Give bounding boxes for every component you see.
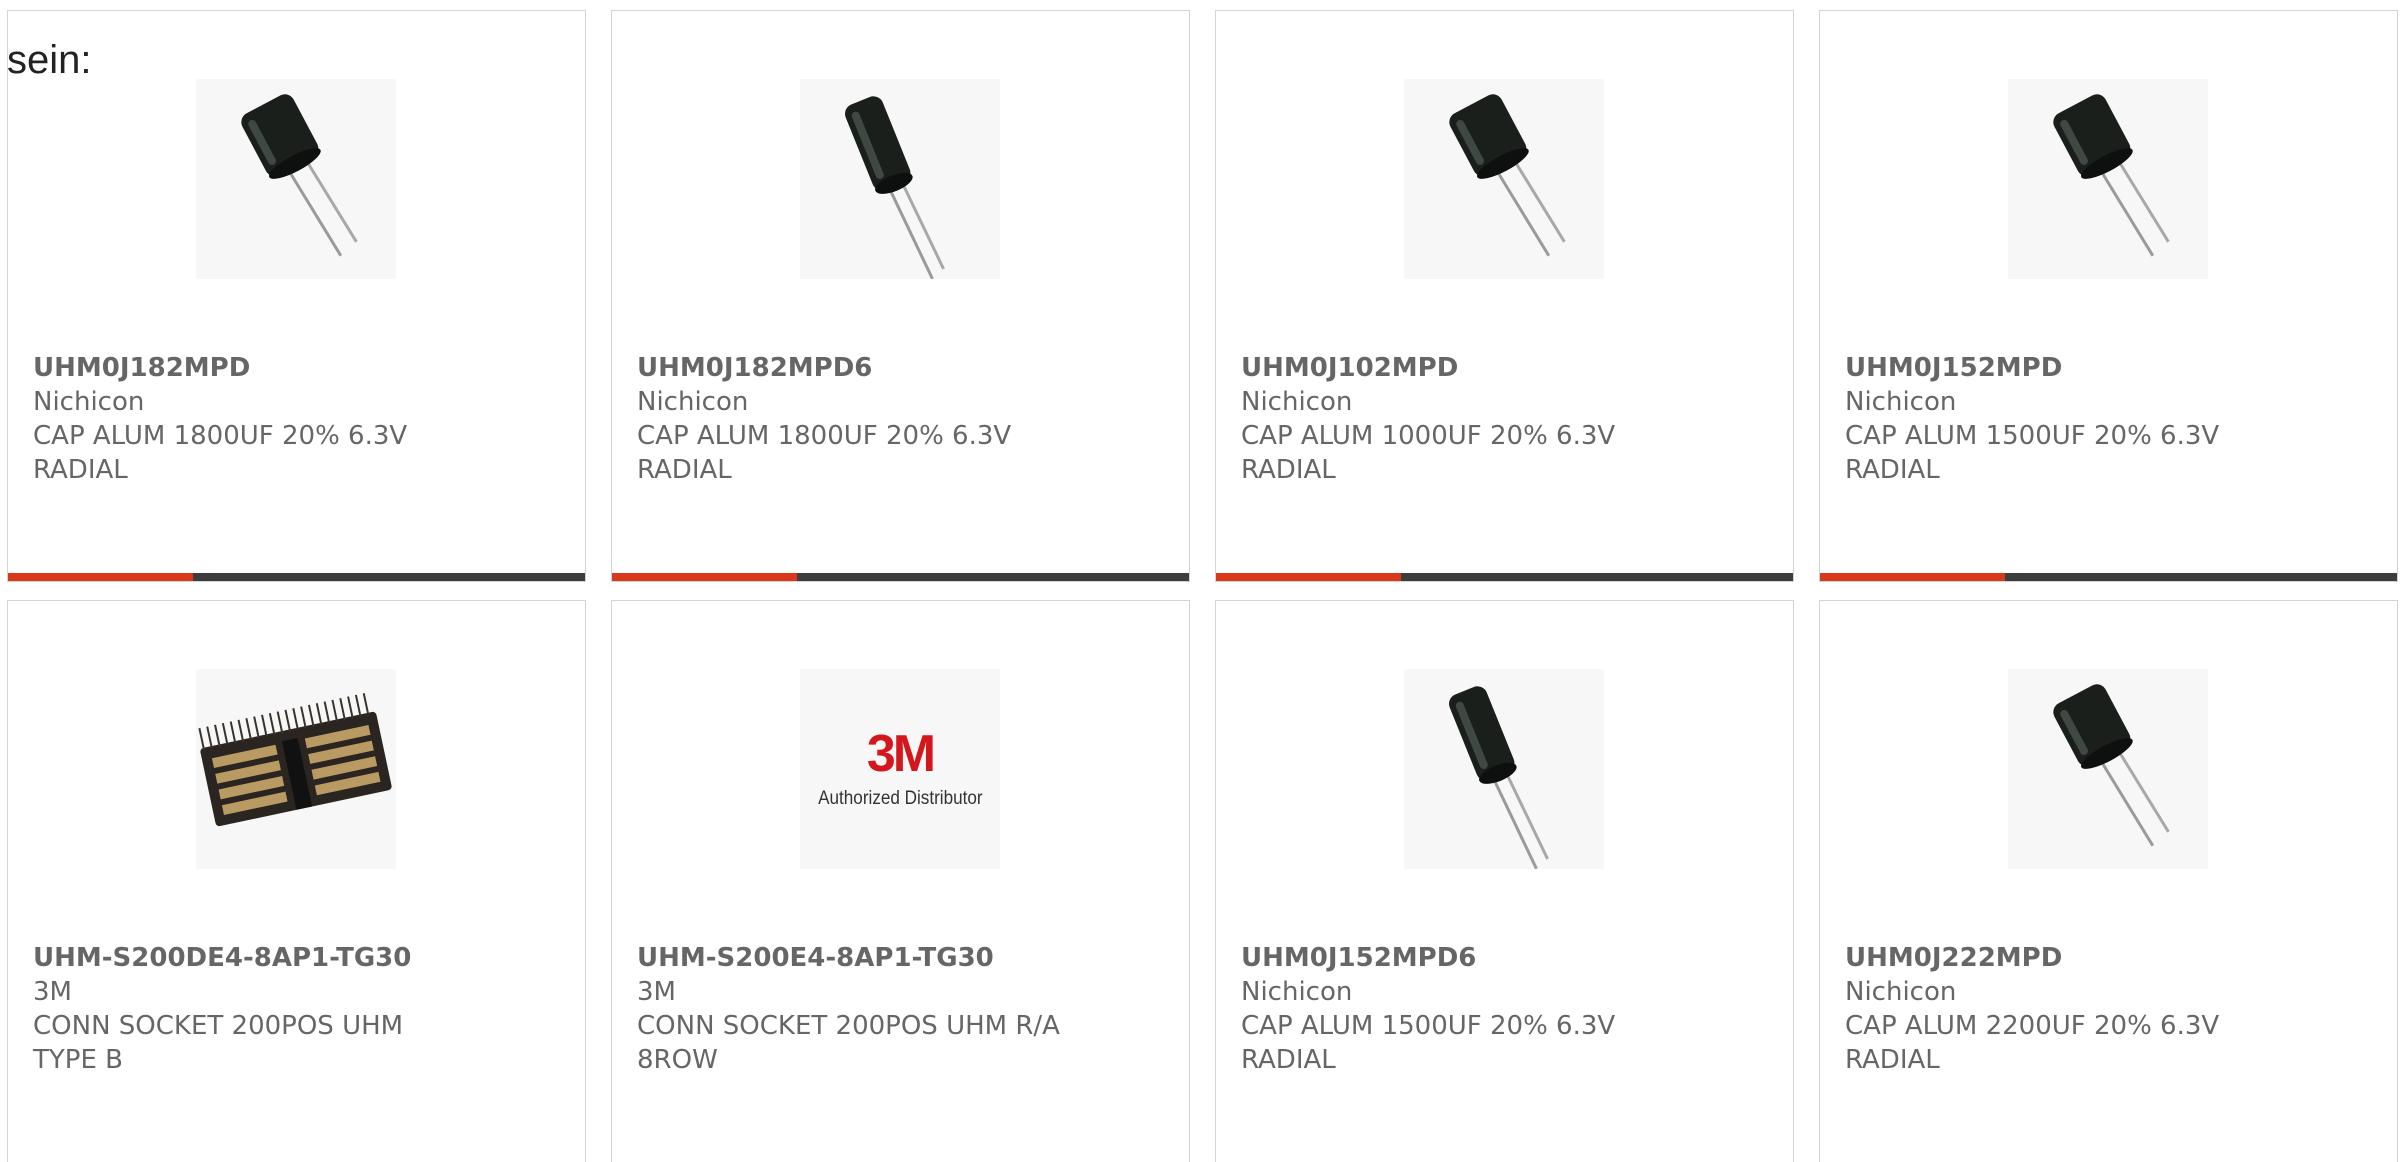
- product-card[interactable]: UHM0J102MPD Nichicon CAP ALUM 1000UF 20%…: [1215, 10, 1794, 582]
- manufacturer: Nichicon: [1845, 387, 1957, 417]
- progress-fill: [612, 573, 797, 581]
- capacitor-image[interactable]: [196, 79, 396, 279]
- progress-bar: [8, 573, 585, 581]
- product-grid-row-2: UHM-S200DE4-8AP1-TG30 3M CONN SOCKET 200…: [7, 600, 2400, 1162]
- intro-text: sein:: [7, 38, 92, 82]
- capacitor-icon: [1449, 94, 1566, 257]
- part-number-link[interactable]: UHM-S200E4-8AP1-TG30: [637, 941, 1167, 975]
- product-card[interactable]: UHM0J182MPD Nichicon CAP ALUM 1800UF 20%…: [7, 10, 586, 582]
- description: CAP ALUM 1500UF 20% 6.3V RADIAL: [1241, 1011, 1616, 1075]
- part-number-link[interactable]: UHM0J102MPD: [1241, 351, 1771, 385]
- capacitor-image[interactable]: [2008, 79, 2208, 279]
- part-number-link[interactable]: UHM0J182MPD6: [637, 351, 1167, 385]
- product-card[interactable]: 3M Authorized Distributor UHM-S200E4-8AP…: [611, 600, 1190, 1162]
- progress-fill: [1216, 573, 1401, 581]
- progress-fill: [8, 573, 193, 581]
- capacitor-image[interactable]: [2008, 669, 2208, 869]
- product-card[interactable]: UHM0J222MPD Nichicon CAP ALUM 2200UF 20%…: [1819, 600, 2398, 1162]
- manufacturer: Nichicon: [1845, 977, 1957, 1007]
- product-grid: UHM0J182MPD Nichicon CAP ALUM 1800UF 20%…: [7, 10, 2400, 582]
- product-card[interactable]: UHM-S200DE4-8AP1-TG30 3M CONN SOCKET 200…: [7, 600, 586, 1162]
- connector-icon: [198, 693, 392, 827]
- product-grid-page: sein: UHM0J182MPD Nichicon CAP ALUM 1800…: [0, 0, 2400, 1162]
- manufacturer: Nichicon: [1241, 977, 1353, 1007]
- product-card[interactable]: UHM0J182MPD6 Nichicon CAP ALUM 1800UF 20…: [611, 10, 1190, 582]
- manufacturer: Nichicon: [33, 387, 145, 417]
- description: CAP ALUM 2200UF 20% 6.3V RADIAL: [1845, 1011, 2220, 1075]
- description: CAP ALUM 1800UF 20% 6.3V RADIAL: [33, 421, 408, 485]
- product-info: UHM-S200DE4-8AP1-TG30 3M CONN SOCKET 200…: [33, 941, 563, 1077]
- capacitor-icon: [2053, 94, 2170, 257]
- capacitor-icon: [844, 96, 945, 279]
- product-info: UHM0J182MPD Nichicon CAP ALUM 1800UF 20%…: [33, 351, 563, 487]
- product-card[interactable]: UHM0J152MPD6 Nichicon CAP ALUM 1500UF 20…: [1215, 600, 1794, 1162]
- product-info: UHM0J222MPD Nichicon CAP ALUM 2200UF 20%…: [1845, 941, 2375, 1077]
- capacitor-icon: [1448, 686, 1549, 869]
- description: CAP ALUM 1000UF 20% 6.3V RADIAL: [1241, 421, 1616, 485]
- progress-fill: [1820, 573, 2005, 581]
- progress-bar: [612, 573, 1189, 581]
- 3m-logo-image[interactable]: 3M Authorized Distributor: [800, 669, 1000, 869]
- product-info: UHM0J182MPD6 Nichicon CAP ALUM 1800UF 20…: [637, 351, 1167, 487]
- 3m-logo-mark: 3M: [866, 725, 936, 783]
- capacitor-image[interactable]: [800, 79, 1000, 279]
- manufacturer: 3M: [33, 977, 72, 1007]
- part-number-link[interactable]: UHM0J152MPD6: [1241, 941, 1771, 975]
- product-info: UHM0J152MPD6 Nichicon CAP ALUM 1500UF 20…: [1241, 941, 1771, 1077]
- capacitor-icon: [241, 94, 358, 257]
- capacitor-image[interactable]: [1404, 79, 1604, 279]
- manufacturer: Nichicon: [1241, 387, 1353, 417]
- product-card[interactable]: UHM0J152MPD Nichicon CAP ALUM 1500UF 20%…: [1819, 10, 2398, 582]
- connector-image[interactable]: [196, 669, 396, 869]
- capacitor-icon: [2053, 684, 2170, 847]
- part-number-link[interactable]: UHM0J152MPD: [1845, 351, 2375, 385]
- capacitor-image[interactable]: [1404, 669, 1604, 869]
- description: CONN SOCKET 200POS UHM TYPE B: [33, 1011, 404, 1075]
- part-number-link[interactable]: UHM0J222MPD: [1845, 941, 2375, 975]
- manufacturer: 3M: [637, 977, 676, 1007]
- description: CAP ALUM 1800UF 20% 6.3V RADIAL: [637, 421, 1012, 485]
- part-number-link[interactable]: UHM0J182MPD: [33, 351, 563, 385]
- product-info: UHM0J102MPD Nichicon CAP ALUM 1000UF 20%…: [1241, 351, 1771, 487]
- product-info: UHM-S200E4-8AP1-TG30 3M CONN SOCKET 200P…: [637, 941, 1167, 1077]
- description: CAP ALUM 1500UF 20% 6.3V RADIAL: [1845, 421, 2220, 485]
- manufacturer: Nichicon: [637, 387, 749, 417]
- description: CONN SOCKET 200POS UHM R/A 8ROW: [637, 1011, 1060, 1075]
- progress-bar: [1820, 573, 2397, 581]
- 3m-logo-subtitle: Authorized Distributor: [817, 788, 983, 809]
- part-number-link[interactable]: UHM-S200DE4-8AP1-TG30: [33, 941, 563, 975]
- progress-bar: [1216, 573, 1793, 581]
- product-info: UHM0J152MPD Nichicon CAP ALUM 1500UF 20%…: [1845, 351, 2375, 487]
